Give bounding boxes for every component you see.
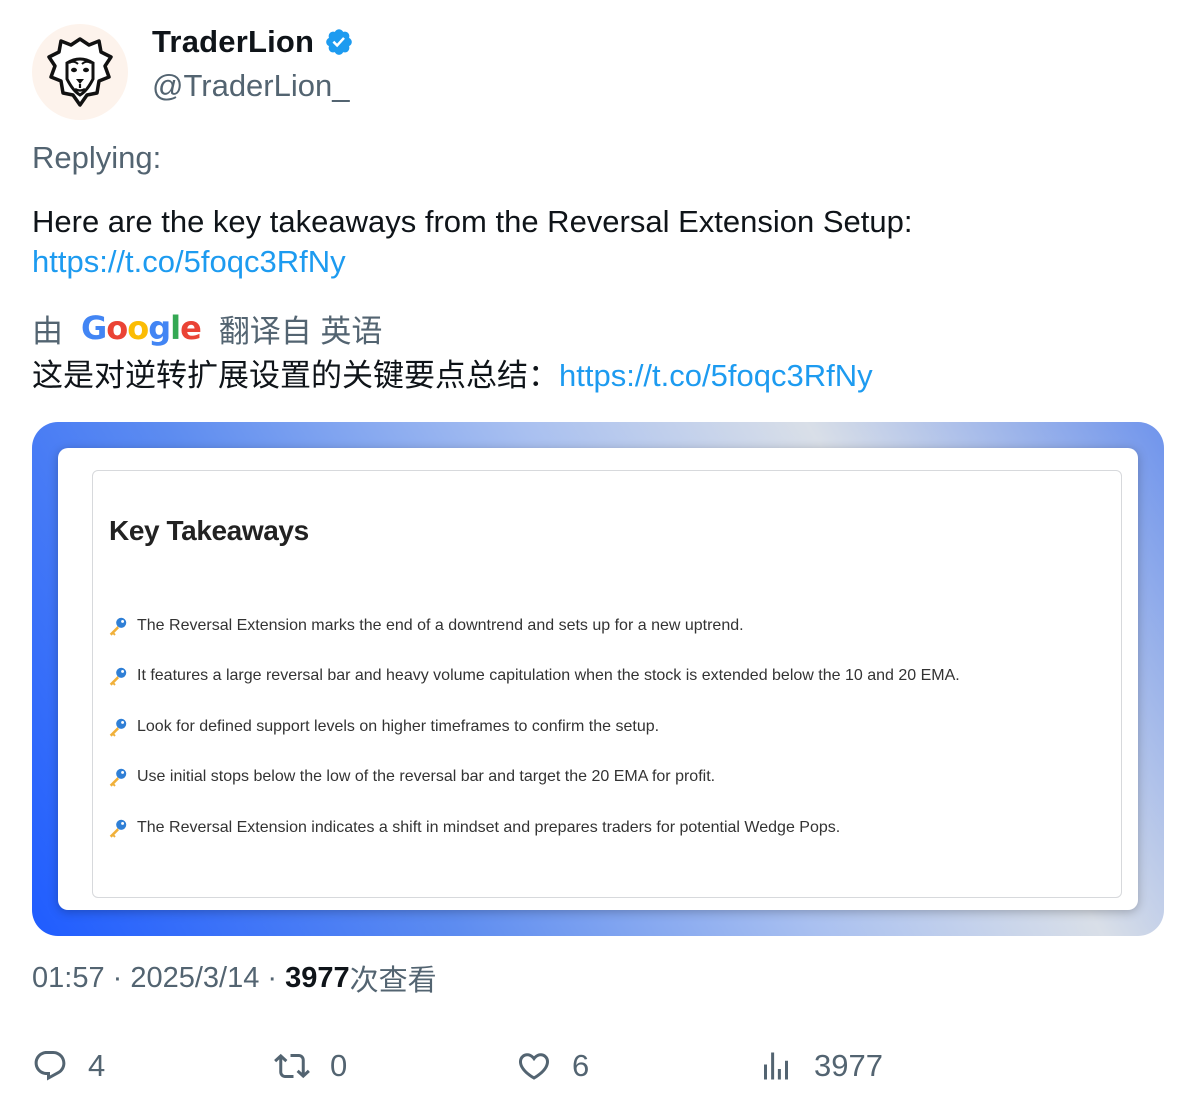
analytics-icon xyxy=(764,1052,788,1080)
action-bar: 4 0 6 3977 xyxy=(32,1044,1164,1088)
takeaway-item: Use initial stops below the low of the r… xyxy=(107,766,715,788)
views-action-count: 3977 xyxy=(814,1048,883,1083)
translation-attribution: 由 Google 翻译自 英语 xyxy=(32,308,383,349)
views-label: 次查看 xyxy=(349,965,437,997)
like-button[interactable]: 6 xyxy=(516,1044,589,1088)
media-card: Key Takeaways The Reversal Extension mar… xyxy=(58,448,1138,910)
translated-text: 这是对逆转扩展设置的关键要点总结：https://t.co/5foqc3RfNy xyxy=(32,356,873,396)
takeaway-item: The Reversal Extension indicates a shift… xyxy=(107,817,840,839)
tweet-time[interactable]: 01:57 xyxy=(32,962,105,995)
tweet-date[interactable]: 2025/3/14 xyxy=(130,962,259,995)
key-icon xyxy=(109,667,127,686)
retweet-count: 0 xyxy=(330,1048,348,1083)
takeaway-item: Look for defined support levels on highe… xyxy=(107,716,659,738)
tweet-header: TraderLion @TraderLion_ xyxy=(32,24,354,120)
key-icon xyxy=(109,718,127,737)
author-display-name[interactable]: TraderLion xyxy=(152,24,314,60)
takeaway-item: The Reversal Extension marks the end of … xyxy=(107,615,744,637)
media-image[interactable]: Key Takeaways The Reversal Extension mar… xyxy=(32,422,1164,936)
retweet-button[interactable]: 0 xyxy=(274,1044,347,1088)
meta-separator: · xyxy=(104,961,131,994)
translation-prefix: 由 xyxy=(32,313,63,349)
key-takeaways-title: Key Takeaways xyxy=(109,515,309,546)
tweet-meta: 01:57 · 2025/3/14 · 3977 次查看 xyxy=(32,960,437,998)
views-count: 3977 xyxy=(285,961,350,994)
reply-icon xyxy=(34,1051,66,1081)
tweet-link[interactable]: https://t.co/5foqc3RfNy xyxy=(32,244,346,279)
translated-text-body: 这是对逆转扩展设置的关键要点总结： xyxy=(32,358,559,393)
replying-label: Replying: xyxy=(32,140,162,175)
verified-badge-icon[interactable] xyxy=(324,27,354,57)
reply-count: 4 xyxy=(88,1048,106,1083)
takeaway-text: Look for defined support levels on highe… xyxy=(137,718,660,735)
author-handle[interactable]: @TraderLion_ xyxy=(152,68,354,104)
meta-separator: · xyxy=(259,961,286,994)
reply-button[interactable]: 4 xyxy=(32,1044,105,1088)
media-card-inner: Key Takeaways The Reversal Extension mar… xyxy=(92,470,1122,898)
key-icon xyxy=(109,768,127,787)
translation-suffix: 翻译自 英语 xyxy=(218,313,383,349)
heart-icon xyxy=(518,1053,550,1080)
key-icon xyxy=(109,819,127,838)
views-button[interactable]: 3977 xyxy=(758,1044,883,1088)
like-count: 6 xyxy=(572,1048,590,1083)
translated-link[interactable]: https://t.co/5foqc3RfNy xyxy=(559,358,873,393)
google-logo-icon[interactable]: Google xyxy=(81,309,202,347)
takeaway-text: Use initial stops below the low of the r… xyxy=(137,768,716,785)
takeaway-text: It features a large reversal bar and hea… xyxy=(137,667,960,684)
avatar[interactable] xyxy=(32,24,128,120)
lion-avatar-icon xyxy=(47,37,113,107)
takeaway-item: It features a large reversal bar and hea… xyxy=(107,665,960,687)
retweet-icon xyxy=(274,1053,310,1079)
key-icon xyxy=(109,617,127,636)
takeaway-text: The Reversal Extension marks the end of … xyxy=(137,617,744,634)
takeaway-text: The Reversal Extension indicates a shift… xyxy=(137,819,841,836)
tweet-text: Here are the key takeaways from the Reve… xyxy=(32,202,1162,282)
tweet-text-body: Here are the key takeaways from the Reve… xyxy=(32,204,913,239)
